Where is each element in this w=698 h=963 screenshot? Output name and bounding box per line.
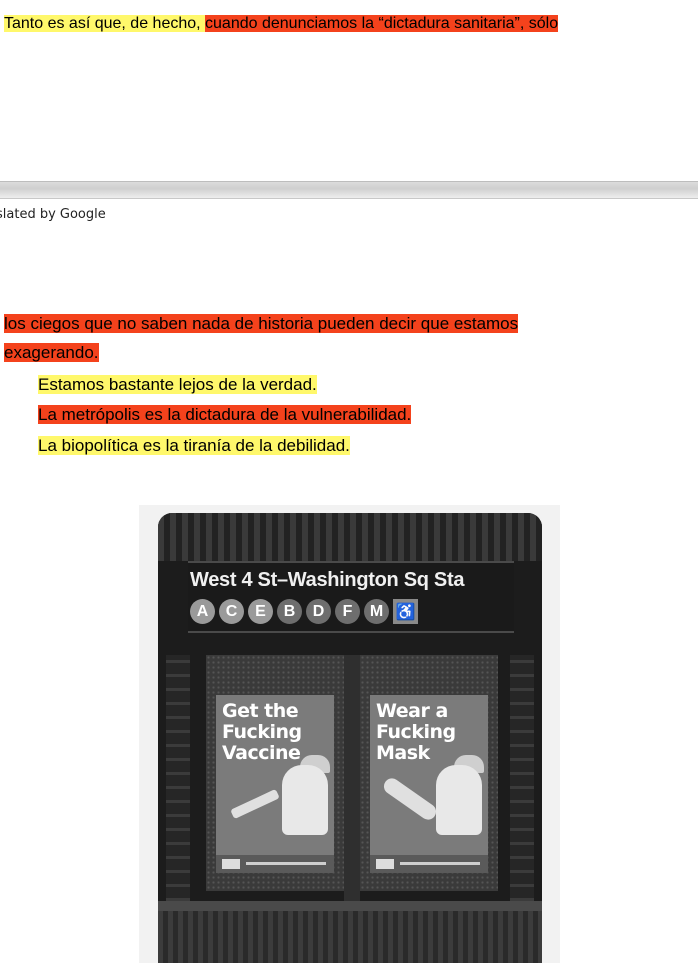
poster-footer xyxy=(216,855,334,873)
footer-line xyxy=(246,862,326,865)
translated-by-google-label: slated by Google xyxy=(0,207,106,222)
line-bullet: F xyxy=(335,599,360,624)
upper-grate xyxy=(158,513,542,561)
line-bullet: M xyxy=(364,599,389,624)
center-post xyxy=(344,655,360,901)
mask-poster: Wear a Fucking Mask xyxy=(370,695,488,873)
line-bullet: B xyxy=(277,599,302,624)
line-bullet: D xyxy=(306,599,331,624)
vaccine-poster-text: Get the Fucking Vaccine xyxy=(222,700,302,764)
paragraph-line-5-text: La biopolítica es la tiranía de la debil… xyxy=(38,436,350,455)
mask-poster-text: Wear a Fucking Mask xyxy=(376,700,456,764)
paragraph-line-4: La metrópolis es la dictadura de la vuln… xyxy=(38,404,412,426)
paragraph-line-3: Estamos bastante lejos de la verdad. xyxy=(38,374,317,396)
line-bullet: A xyxy=(190,599,215,624)
right-window: Wear a Fucking Mask xyxy=(360,655,498,891)
wheelchair-icon: ♿ xyxy=(393,599,418,624)
vaccine-poster: Get the Fucking Vaccine xyxy=(216,695,334,873)
line-bullet: E xyxy=(248,599,273,624)
footer-line xyxy=(400,862,480,865)
person-illustration xyxy=(282,765,328,835)
line-bullet: C xyxy=(219,599,244,624)
paragraph-line-3-text: Estamos bastante lejos de la verdad. xyxy=(38,375,317,394)
subway-photo: West 4 St–Washington Sq Sta A C E B D F … xyxy=(139,505,560,963)
lower-rail xyxy=(158,901,542,911)
station-sign: West 4 St–Washington Sq Sta A C E B D F … xyxy=(188,561,514,633)
person-illustration xyxy=(436,765,482,835)
paragraph-line-4-text: La metrópolis es la dictadura de la vuln… xyxy=(38,405,412,424)
mask-illustration xyxy=(380,775,440,823)
paragraph-line-2-text: exagerando. xyxy=(4,343,99,362)
section-divider xyxy=(0,181,698,199)
paragraph-line-5: La biopolítica es la tiranía de la debil… xyxy=(38,435,350,457)
cdc-logo-icon xyxy=(222,859,240,869)
top-sentence: Tanto es así que, de hecho, cuando denun… xyxy=(4,14,559,34)
left-column xyxy=(166,655,190,901)
paragraph-line-1-text: los ciegos que no saben nada de historia… xyxy=(4,314,519,333)
paragraph-line-2: exagerando. xyxy=(4,342,99,364)
syringe-illustration xyxy=(230,788,280,820)
left-window: Get the Fucking Vaccine xyxy=(206,655,344,891)
station-name: West 4 St–Washington Sq Sta xyxy=(190,569,465,591)
top-sentence-part-red: cuando denunciamos la “dictadura sanitar… xyxy=(205,15,559,32)
cdc-logo-icon xyxy=(376,859,394,869)
line-bullets: A C E B D F M ♿ xyxy=(190,599,418,624)
top-sentence-part-yellow: Tanto es así que, de hecho, xyxy=(4,15,206,32)
right-column xyxy=(510,655,534,901)
subway-entrance-image: West 4 St–Washington Sq Sta A C E B D F … xyxy=(158,513,542,963)
paragraph-line-1: los ciegos que no saben nada de historia… xyxy=(4,313,519,335)
poster-footer xyxy=(370,855,488,873)
